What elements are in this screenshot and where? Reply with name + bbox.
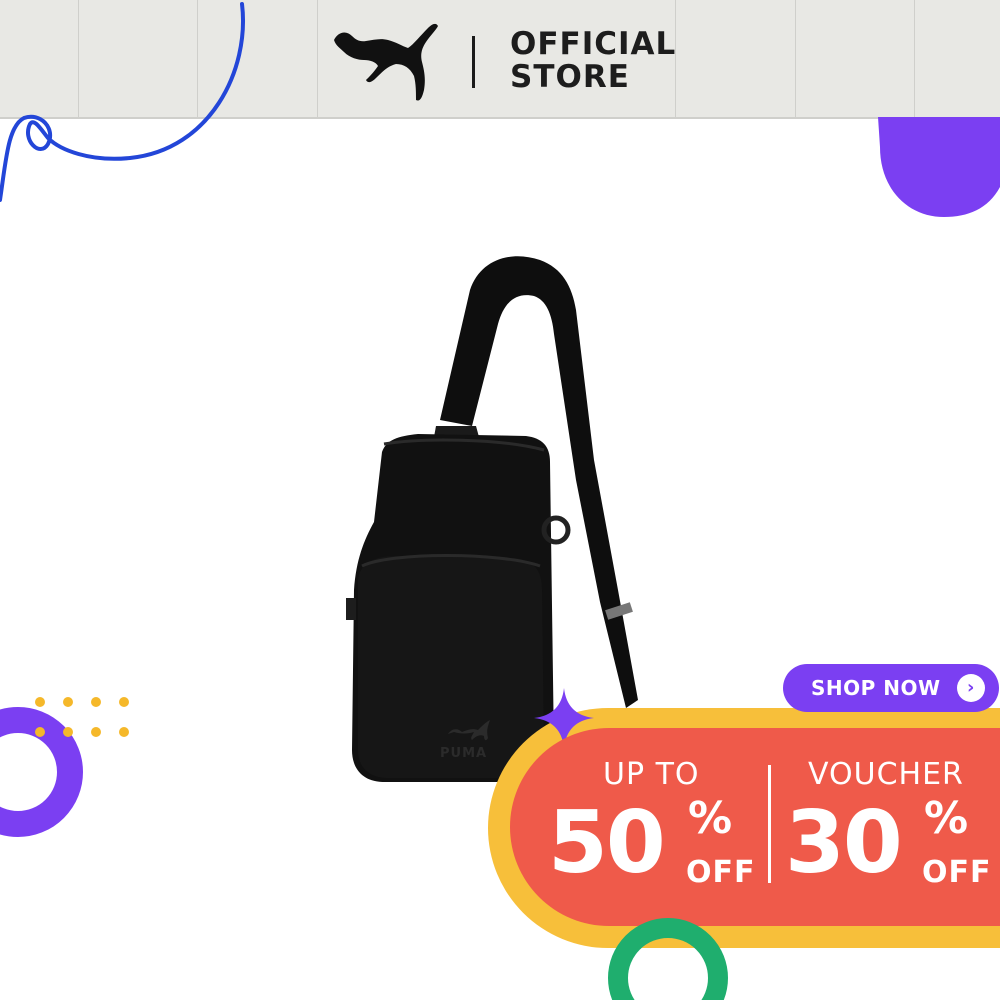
voucher-value: 30 (785, 793, 903, 893)
chevron-right-icon: › (957, 674, 985, 702)
store-line-1: OFFICIAL (510, 26, 677, 62)
grid-line (795, 0, 796, 117)
green-ring-decoration (608, 918, 728, 1000)
voucher-percent-sign: % (924, 793, 969, 844)
shop-now-button[interactable]: SHOP NOW › (783, 664, 999, 712)
puma-logo-icon (330, 18, 450, 104)
header-divider (472, 36, 475, 88)
blue-squiggle-decoration (0, 2, 245, 202)
discount-off-label: OFF (686, 855, 756, 890)
discount-percent-sign: % (688, 793, 733, 844)
grid-line (317, 0, 318, 117)
grid-line (914, 0, 915, 117)
store-line-2: STORE (510, 59, 630, 95)
official-store-label: OFFICIAL STORE (510, 28, 676, 94)
voucher-off-label: OFF (922, 855, 992, 890)
purple-circle-decoration (878, 117, 1000, 217)
discount-prefix: UP TO (603, 757, 700, 792)
promo-divider (768, 765, 771, 883)
voucher-label: VOUCHER (808, 757, 964, 792)
bag-logo-text: PUMA (440, 746, 488, 761)
yellow-dots-decoration (35, 697, 129, 737)
shop-now-label: SHOP NOW (811, 676, 941, 700)
discount-value: 50 (548, 793, 666, 893)
